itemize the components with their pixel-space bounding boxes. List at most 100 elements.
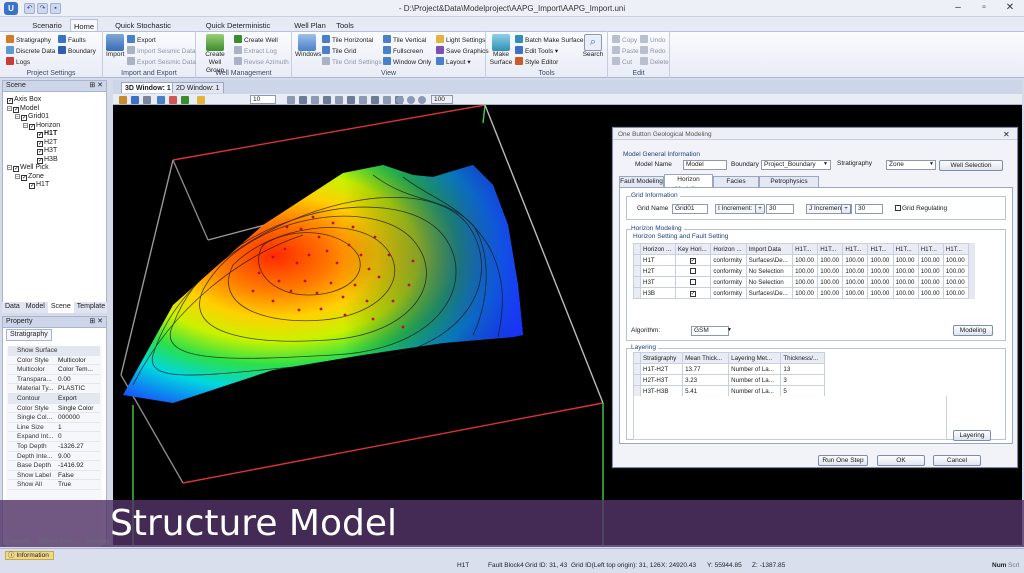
tile-grid-settings-button[interactable]: Tile Grid Settings [322,57,382,67]
horizon-table[interactable]: Horizon ... Key Hori... Horizon ... Import … [633,243,970,299]
column-header[interactable]: Key Hori... [674,243,712,255]
run-one-step-button[interactable]: Run One Step [818,455,868,466]
checkbox-icon[interactable]: ✓ [21,115,27,121]
well-point[interactable] [257,271,261,275]
layer-cell[interactable]: 13 [780,363,825,375]
import-data-cell[interactable]: Surfaces\De... [745,287,794,299]
value-cell[interactable]: 100.00 [942,276,970,288]
j-increment-spin-icon[interactable]: + [841,204,851,214]
pane-pin-icon[interactable]: ⊞ ✕ [89,81,103,91]
checkbox-icon[interactable]: ✓ [29,183,35,189]
value-cell[interactable]: 100.00 [792,254,819,266]
layout-button[interactable]: Layout ▾ [436,57,471,67]
make-surface-button[interactable]: Make Surface [489,34,513,67]
view-top-icon[interactable] [359,96,367,104]
model-name-input[interactable]: Model [683,160,727,170]
property-row[interactable]: Top Depth -1326.27 [8,442,100,452]
column-header[interactable]: H1T... [817,243,844,255]
chevron-down-icon[interactable]: ▼ [823,160,828,169]
paste-button[interactable]: Paste [612,46,639,56]
column-header[interactable]: Layering Met... [728,352,782,364]
tile-horizontal-button[interactable]: Tile Horizontal [322,35,373,45]
extract-log-button[interactable]: Extract Log [234,46,277,56]
property-row[interactable]: Base Depth -1416.92 [8,461,100,471]
edit-tools-button[interactable]: Edit Tools ▾ [515,46,558,56]
tile-grid-button[interactable]: Tile Grid [322,46,356,56]
copy-button[interactable]: Copy [612,35,637,45]
well-point[interactable] [341,295,345,299]
value-cell[interactable]: 100.00 [942,254,970,266]
import-button[interactable]: Import [106,34,124,59]
layer-cell[interactable]: 3 [780,374,825,386]
row-selector[interactable] [633,363,641,375]
column-header[interactable]: Horizon ... [640,243,676,255]
well-point[interactable] [325,249,329,253]
checkbox-icon[interactable]: ✓ [13,106,19,113]
export-seismic-button[interactable]: Export Seismic Data [127,57,196,67]
text-icon[interactable] [197,96,205,104]
value-cell[interactable]: 100.00 [867,276,894,288]
horizon-type-cell[interactable]: conformity [710,276,747,288]
tree-item-h1t[interactable]: ✓H1T [7,130,106,139]
well-point[interactable] [391,299,395,303]
table-row[interactable]: H3T-H3B 5.41 Number of La... 5 [633,385,825,397]
create-well-group-button[interactable]: Create Well Group [199,34,231,75]
property-row[interactable]: Contour Export [8,394,100,404]
light-settings-button[interactable]: Light Settings [436,35,485,45]
tab-stratigraphy[interactable]: Stratigraphy [6,329,52,341]
import-seismic-button[interactable]: Import Seismic Data [127,46,196,56]
fit-icon[interactable] [335,96,343,104]
well-point[interactable] [271,299,275,303]
minimize-icon[interactable]: – [945,2,971,15]
column-header[interactable]: Mean Thick... [682,352,730,364]
value-cell[interactable]: 100.00 [842,254,869,266]
value-cell[interactable]: 100.00 [842,276,869,288]
property-row[interactable]: Depth Inte... 9.00 [8,452,100,462]
value-cell[interactable]: 100.00 [917,287,944,299]
color-icon[interactable] [169,96,177,104]
column-header[interactable]: H1T... [942,243,970,255]
property-value[interactable]: PLASTIC [58,384,102,394]
revise-azimuth-button[interactable]: Revise Azimuth [234,57,289,67]
value-cell[interactable]: 100.00 [867,287,894,299]
style-editor-button[interactable]: Style Editor [515,57,558,67]
table-row[interactable]: H3B ✓ conformity Surfaces\De... 100.00 100.00… [633,287,970,299]
value-cell[interactable]: 100.00 [792,265,819,277]
well-point[interactable] [373,235,377,239]
faults-button[interactable]: Faults [58,35,86,45]
layer-cell[interactable]: 5 [780,385,825,397]
undo-button[interactable]: Undo [640,35,666,45]
tree-item-zone-h1t[interactable]: ✓H1T [7,181,106,190]
column-header[interactable]: H1T... [792,243,819,255]
property-value[interactable]: 0.00 [58,375,102,385]
row-selector[interactable] [633,385,641,397]
value-cell[interactable]: 100.00 [892,276,919,288]
chevron-down-icon[interactable]: ▼ [727,326,732,335]
i-increment-spin-icon[interactable]: + [755,204,765,214]
well-point[interactable] [377,275,381,279]
column-header[interactable]: H1T... [917,243,944,255]
row-selector[interactable] [633,287,641,299]
checkbox-icon[interactable] [689,267,696,274]
tab-2d-window[interactable]: 2D Window: 1 [172,82,224,93]
property-value[interactable]: 1 [58,423,102,433]
property-row[interactable]: Multicolor Color Tem... [8,365,100,375]
property-row[interactable]: Color Style Single Color [8,404,100,414]
grid-name-input[interactable]: Grid01 [672,204,708,214]
tab-horizon-modeling[interactable]: Horizon Modeling [664,174,713,193]
property-row[interactable]: Line Size 1 [8,423,100,433]
column-header[interactable]: Import Data [745,243,794,255]
value-cell[interactable]: 100.00 [942,265,970,277]
tree-item-well-pick[interactable]: − ✓Well Pick [7,164,106,173]
scrollbar[interactable] [969,243,975,299]
tab-fault-modeling[interactable]: Fault Modeling [619,176,664,187]
value-cell[interactable]: 100.00 [817,287,844,299]
checkbox-icon[interactable]: ✓ [37,149,43,155]
tree-item-grid01[interactable]: − ✓Grid01 [7,113,106,122]
collapse-icon[interactable]: − [7,165,12,171]
tree-item-h2t[interactable]: ✓H2T [7,139,106,148]
property-row[interactable]: Show Label False [8,471,100,481]
tab-petrophysics-modeling[interactable]: Petrophysics Modeling [759,176,819,195]
property-row[interactable]: Single Col... 000000 [8,413,100,423]
well-point[interactable] [351,225,355,229]
